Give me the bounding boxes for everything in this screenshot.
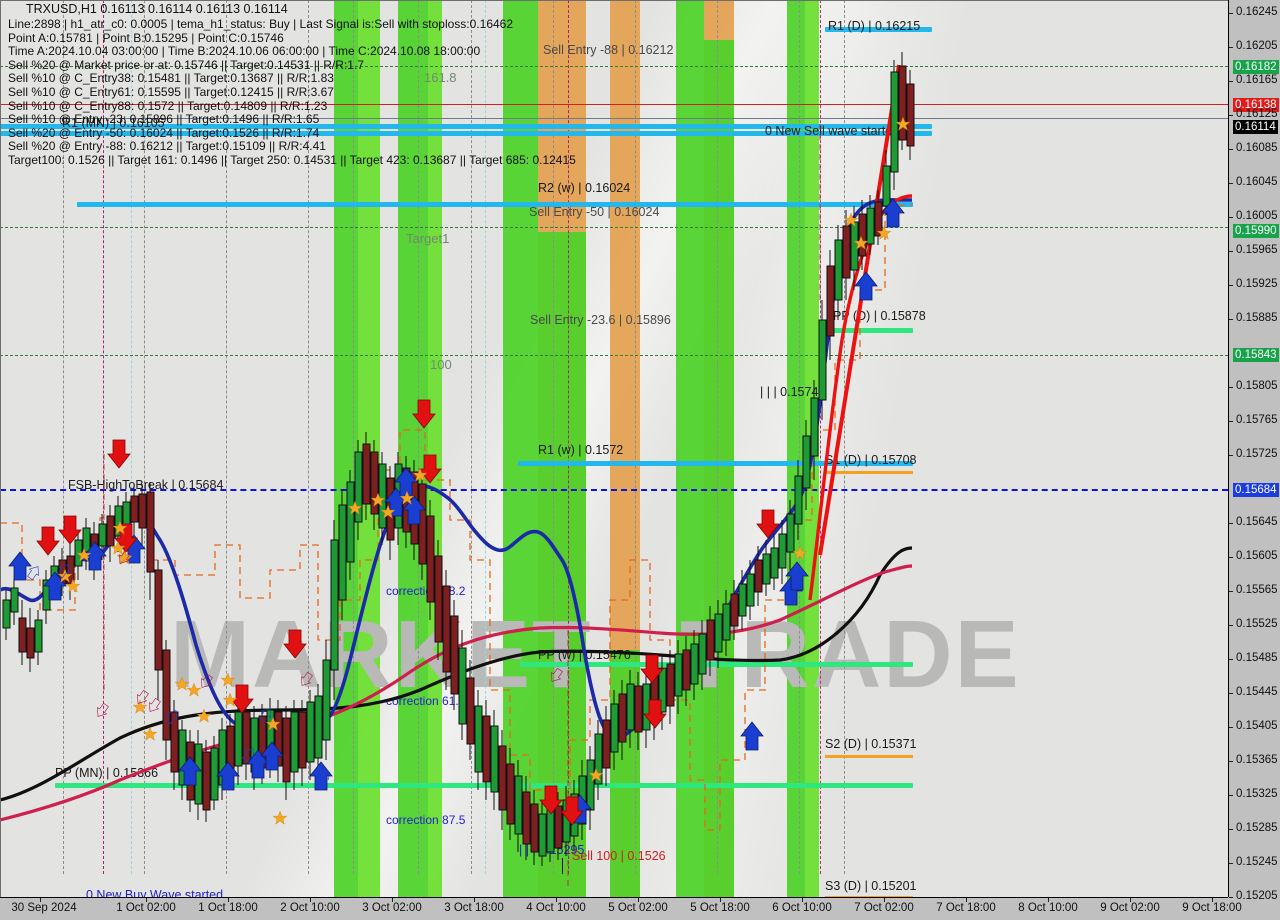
price-badge-green: 0.16182 xyxy=(1233,60,1279,74)
price-badge-last: 0.16114 xyxy=(1233,120,1278,134)
info-line: Point A:0.15781 | Point B:0.15295 | Poin… xyxy=(8,30,284,45)
info-line: Sell %20 @ Entry -88: 0.16212 || Target:… xyxy=(8,139,326,154)
info-line: Time A:2024.10.04 03:00:00 | Time B:2024… xyxy=(8,44,481,59)
chart-info-header: TRXUSD,H1 0.16113 0.16114 0.16113 0.1611… xyxy=(8,2,576,168)
candlestick-series xyxy=(2,52,915,866)
time-axis[interactable]: 30 Sep 2024 1 Oct 02:00 1 Oct 18:00 2 Oc… xyxy=(0,897,1242,920)
price-axis[interactable]: 0.16245 0.16205 0.16182 0.16165 0.16138 … xyxy=(1228,0,1280,902)
price-badge-green: 0.15990 xyxy=(1233,224,1279,238)
sell-arrow-icon xyxy=(36,399,780,826)
price-badge-fsb: 0.15684 xyxy=(1233,483,1279,497)
info-line: Sell %20 @ Entry -50: 0.16024 || Target:… xyxy=(8,125,320,140)
symbol-ohlc-line: TRXUSD,H1 0.16113 0.16114 0.16113 0.1611… xyxy=(26,2,288,16)
info-line: Sell %20 @ Market price or at: 0.15746 |… xyxy=(8,57,364,72)
info-line: Target100: 0.1526 || Target 161: 0.1496 … xyxy=(8,152,576,167)
price-badge-green: 0.15843 xyxy=(1233,348,1279,362)
info-line: Sell %10 @ C_Entry88: 0.1572 || Target:0… xyxy=(8,98,328,113)
info-line: Line:2898 | h1_atr_c0: 0.0005 | tema_h1_… xyxy=(8,17,514,31)
info-line: Sell %10 @ Entry -23: 0.15896 || Target:… xyxy=(8,112,320,127)
info-line: Sell %10 @ C_Entry38: 0.15481 || Target:… xyxy=(8,71,334,86)
chart-window: MARKET TRADE R1 (D) | 0.16215 Sell Entry… xyxy=(0,0,1280,920)
info-line: Sell %10 @ C_Entry61: 0.15595 || Target:… xyxy=(8,84,334,99)
